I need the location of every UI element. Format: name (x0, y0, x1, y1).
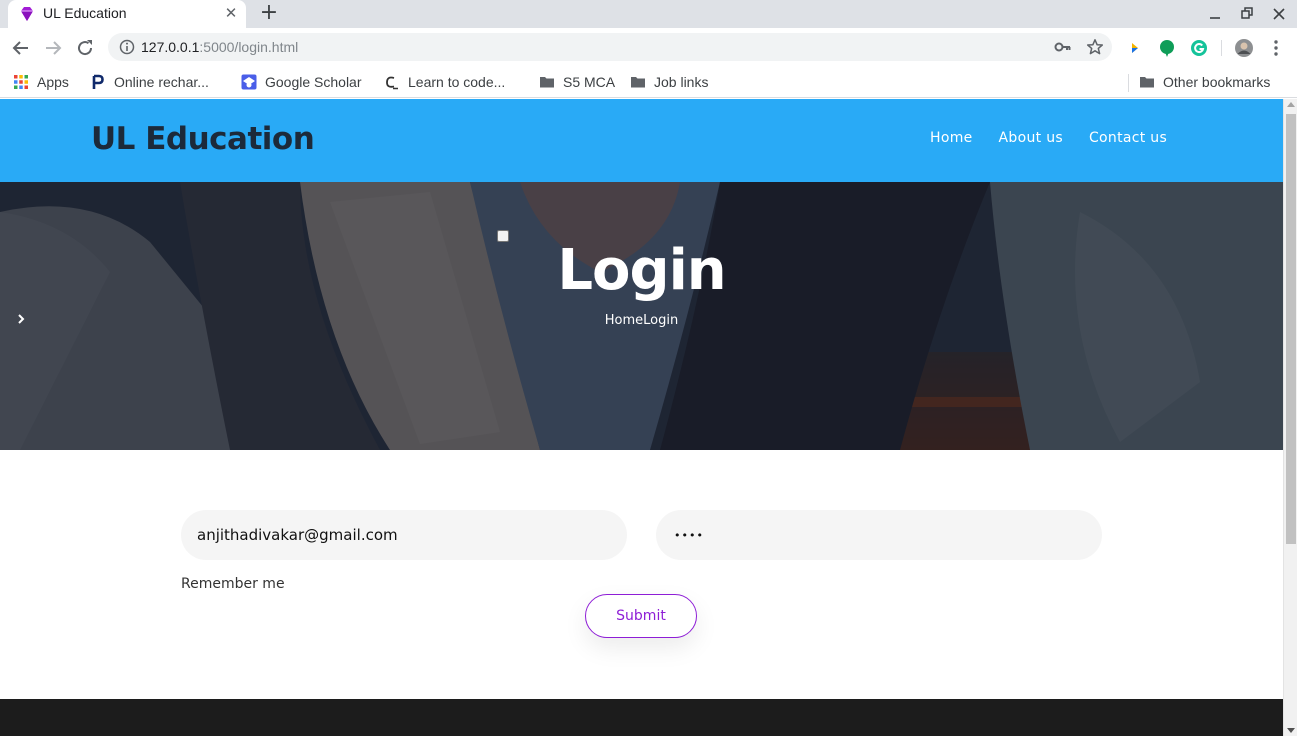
hero-banner: Login Home Login (0, 182, 1283, 450)
bookmark-folder-job-links[interactable]: Job links (630, 71, 708, 93)
scroll-up-arrow-icon[interactable] (1287, 102, 1295, 107)
folder-icon (631, 77, 645, 88)
back-arrow-icon[interactable] (10, 37, 32, 59)
reload-icon[interactable] (74, 37, 96, 59)
site-logo[interactable]: UL Education (91, 121, 315, 157)
email-field[interactable]: anjithadivakar@gmail.com (181, 510, 627, 560)
new-tab-button[interactable]: + (258, 2, 280, 25)
bookmark-google-scholar[interactable]: Google Scholar (241, 71, 362, 93)
url-host: 127.0.0.1 (141, 39, 200, 55)
breadcrumb: Home Login (0, 313, 1283, 328)
forward-arrow-icon[interactable] (42, 37, 64, 59)
gem-icon (21, 7, 33, 21)
site-nav: Home About us Contact us (930, 130, 1193, 146)
login-form: anjithadivakar@gmail.com •••• Remember m… (0, 450, 1283, 699)
nav-home[interactable]: Home (930, 130, 973, 146)
toolbar-divider (1221, 40, 1222, 56)
submit-button[interactable]: Submit (585, 594, 697, 638)
bookmark-learn-to-code[interactable]: Learn to code... (384, 71, 505, 93)
extension-arrow-icon[interactable] (1125, 38, 1145, 58)
bookmark-apps[interactable]: Apps (13, 71, 69, 93)
chevron-right-icon (18, 314, 25, 324)
paytm-icon (92, 74, 104, 89)
browser-toolbar: 127.0.0.1:5000/login.html (0, 28, 1297, 66)
restore-icon[interactable] (1236, 4, 1258, 24)
tab-close-icon[interactable]: ✕ (222, 4, 240, 22)
breadcrumb-current: Login (643, 313, 679, 328)
nav-about-us[interactable]: About us (999, 130, 1063, 146)
scholar-icon (241, 74, 257, 90)
address-bar[interactable]: 127.0.0.1:5000/login.html (108, 33, 1112, 61)
tab-strip: UL Education ✕ + (0, 0, 1297, 28)
folder-icon (1140, 77, 1154, 88)
bookmark-label: Job links (654, 74, 709, 90)
url-path: :5000/login.html (199, 39, 299, 55)
bookmark-label: Apps (37, 74, 69, 90)
scrollbar-thumb[interactable] (1286, 114, 1296, 544)
site-header: UL Education Home About us Contact us (0, 99, 1283, 182)
bookmarks-bar: Apps Online rechar... Google Scholar Lea… (0, 66, 1297, 98)
bookmark-star-icon[interactable] (1086, 38, 1104, 56)
bookmark-label: S5 MCA (563, 74, 616, 90)
browser-tab[interactable]: UL Education ✕ (8, 0, 246, 28)
page-scrollbar[interactable] (1283, 99, 1297, 736)
key-icon[interactable] (1054, 39, 1072, 55)
nav-contact-us[interactable]: Contact us (1089, 130, 1167, 146)
scroll-down-arrow-icon[interactable] (1287, 728, 1295, 733)
page-title: Login (557, 238, 726, 303)
url-text: 127.0.0.1:5000/login.html (141, 39, 298, 55)
menu-kebab-icon[interactable] (1268, 38, 1284, 58)
bookmark-label: Learn to code... (408, 74, 506, 90)
site-footer (0, 699, 1283, 736)
bookmark-label: Online rechar... (114, 74, 209, 90)
extension-chat-icon[interactable] (1157, 38, 1177, 58)
remember-me-label: Remember me (181, 576, 285, 592)
password-mask: •••• (674, 528, 704, 542)
bookmark-label: Other bookmarks (1163, 74, 1271, 90)
bookmark-other-bookmarks[interactable]: Other bookmarks (1139, 71, 1270, 93)
close-window-icon[interactable] (1268, 4, 1290, 24)
info-icon[interactable] (119, 39, 135, 55)
bookmarks-divider (1128, 74, 1129, 92)
apps-grid-icon (14, 75, 28, 89)
bookmark-online-recharge[interactable]: Online rechar... (90, 71, 209, 93)
bookmark-folder-s5-mca[interactable]: S5 MCA (539, 71, 615, 93)
remember-me-checkbox[interactable] (497, 230, 509, 242)
page-viewport: UL Education Home About us Contact us Lo… (0, 99, 1283, 736)
minimize-icon[interactable] (1204, 4, 1226, 24)
password-field[interactable]: •••• (656, 510, 1102, 560)
grammarly-icon[interactable] (1189, 38, 1209, 58)
codecademy-icon (386, 76, 398, 90)
breadcrumb-home[interactable]: Home (605, 313, 643, 328)
tab-title: UL Education (43, 5, 127, 21)
folder-icon (540, 77, 554, 88)
profile-avatar[interactable] (1234, 38, 1254, 58)
bookmark-label: Google Scholar (265, 74, 362, 90)
